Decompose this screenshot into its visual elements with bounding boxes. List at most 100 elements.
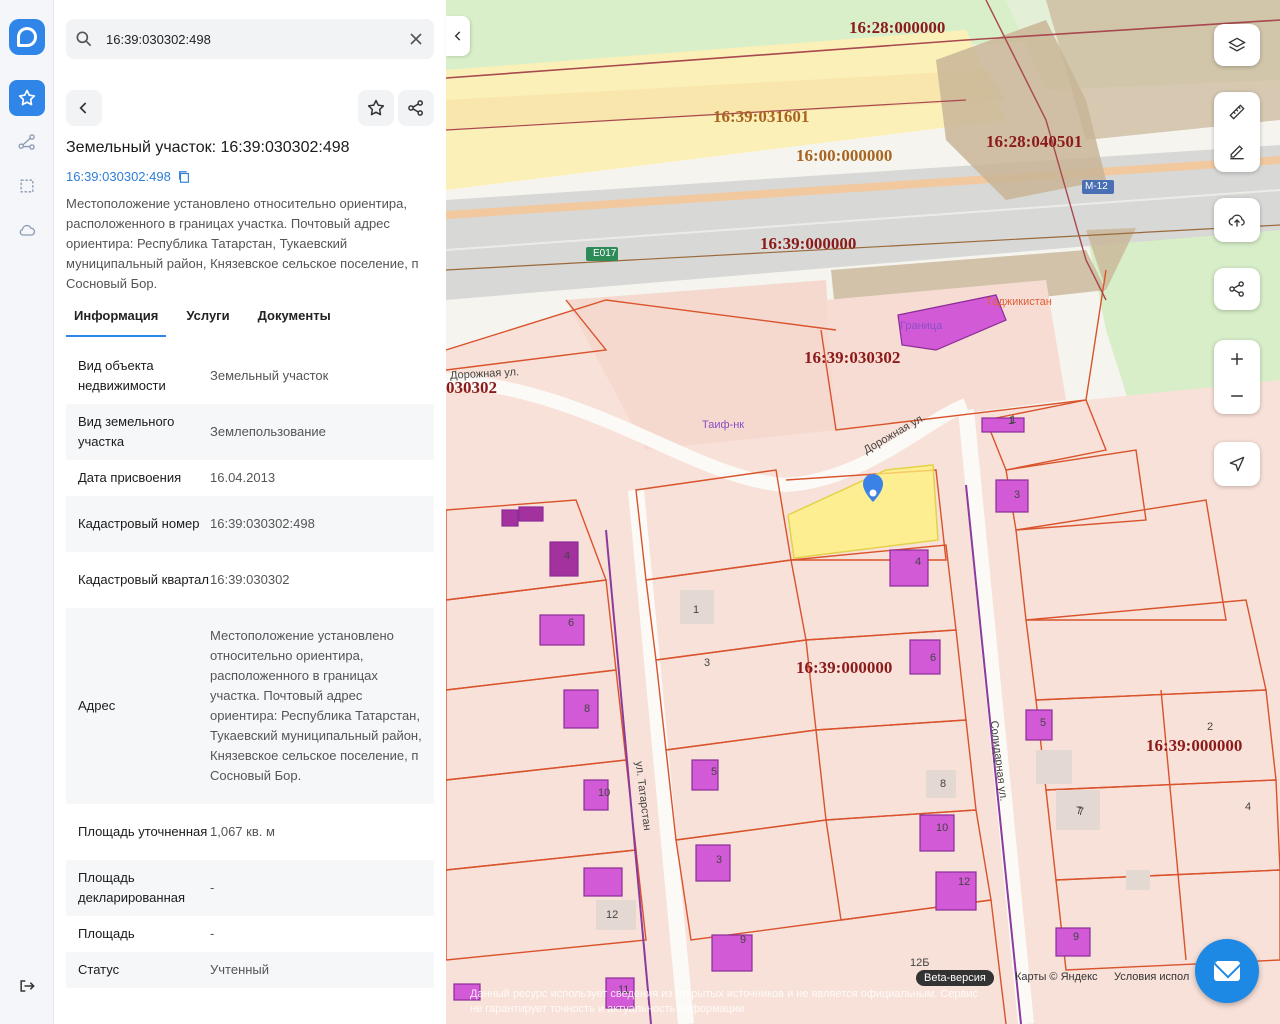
- layers-icon: [1228, 37, 1246, 52]
- house-number: 12: [958, 876, 971, 888]
- row-key: Адрес: [78, 698, 116, 713]
- cadastral-map[interactable]: 16:28:000000 16:39:031601 16:00:000000 1…: [446, 0, 1280, 1024]
- cadastral-label: 16:28:040501: [986, 132, 1083, 151]
- row-key: Площадь уточненная: [78, 824, 208, 839]
- house-number: 8: [584, 703, 591, 715]
- info-panel: Земельный участок: 16:39:030302:498 16:3…: [54, 0, 446, 1024]
- map-share-button[interactable]: [1214, 268, 1260, 310]
- tab-services[interactable]: Услуги: [178, 304, 237, 337]
- cadastral-link-text[interactable]: 16:39:030302:498: [66, 169, 171, 184]
- share-button[interactable]: [398, 90, 434, 126]
- row-key: Кадастровый квартал: [78, 572, 209, 587]
- row-value: Учтенный: [210, 962, 270, 977]
- house-number: 6: [568, 617, 575, 629]
- house-number: 3: [716, 854, 723, 866]
- row-value: Землепользование: [210, 424, 326, 439]
- routes-rail-button[interactable]: [9, 124, 45, 160]
- house-number: 3: [1014, 489, 1021, 501]
- upload-button[interactable]: [1214, 198, 1260, 242]
- house-number: 1: [1010, 414, 1017, 426]
- measure-tools: [1214, 92, 1260, 172]
- terms-link[interactable]: Условия испол: [1114, 971, 1189, 983]
- house-number: 5: [711, 766, 718, 778]
- house-number: 12Б: [910, 957, 930, 969]
- row-key: Вид земельного участка: [78, 414, 175, 449]
- app-logo[interactable]: [9, 19, 45, 55]
- login-icon: [20, 980, 35, 992]
- tab-info[interactable]: Информация: [66, 304, 167, 337]
- row-value: 16:39:030302: [210, 572, 290, 587]
- row-key: Кадастровый номер: [78, 516, 200, 531]
- road-shield-label: E017: [593, 248, 617, 259]
- star-icon: [367, 99, 385, 116]
- row-key: Площадь: [78, 926, 135, 941]
- selection-rail-button[interactable]: [9, 168, 45, 204]
- cadastral-label: 16:39:031601: [713, 107, 810, 126]
- locate-button[interactable]: [1214, 442, 1260, 486]
- zoom-in-icon[interactable]: [1227, 349, 1247, 369]
- table-row: Кадастровый квартал 16:39:030302: [66, 552, 434, 608]
- object-description: Местоположение установлено относительно …: [66, 196, 419, 291]
- house-number: 10: [598, 787, 611, 799]
- back-button[interactable]: [66, 90, 102, 126]
- cadastral-label: 16:39:000000: [1146, 736, 1243, 755]
- table-row: Статус Учтенный: [66, 952, 434, 988]
- chevron-left-icon: [454, 31, 461, 41]
- map-attribution[interactable]: Карты © Яндекс: [1015, 971, 1098, 983]
- house-number: 4: [1245, 801, 1252, 813]
- poi-label[interactable]: Граница: [900, 320, 942, 332]
- ruler-icon[interactable]: [1227, 102, 1247, 122]
- star-icon: [18, 89, 36, 106]
- house-number: 9: [1073, 931, 1080, 943]
- row-value: 16.04.2013: [210, 470, 276, 485]
- table-row: Вид земельного участка Землепользование: [66, 404, 434, 460]
- poi-label[interactable]: Таиф-нк: [702, 419, 744, 431]
- beta-badge: Beta-версия: [916, 970, 994, 986]
- close-icon[interactable]: [408, 31, 424, 47]
- cadastral-link[interactable]: 16:39:030302:498: [66, 169, 191, 184]
- cloud-upload-icon: [1228, 214, 1245, 227]
- row-value: Земельный участок: [210, 368, 329, 383]
- row-key: Вид объекта недвижимости: [78, 358, 166, 393]
- favorite-button[interactable]: [358, 90, 394, 126]
- house-number: 3: [704, 657, 711, 669]
- cadastral-label: 16:39:000000: [760, 234, 857, 253]
- zoom-controls: [1214, 340, 1260, 414]
- cadastral-label: 16:00:000000: [796, 146, 893, 165]
- row-value: 16:39:030302:498: [210, 516, 315, 531]
- house-number: 9: [740, 934, 747, 946]
- row-key: Дата присвоения: [78, 470, 182, 485]
- cadastral-label: 16:39:000000: [796, 658, 893, 677]
- edit-icon[interactable]: [1227, 142, 1247, 162]
- table-row: Площадь уточненная 1,067 кв. м: [66, 804, 434, 860]
- row-value: -: [210, 926, 215, 941]
- house-number: 4: [564, 550, 571, 562]
- cadastral-label: 16:39:030302: [804, 348, 901, 367]
- row-value: Местоположение установлено относительно …: [210, 628, 422, 783]
- favorites-rail-button[interactable]: [9, 80, 45, 116]
- copy-icon[interactable]: [177, 170, 191, 184]
- chevron-left-icon: [79, 102, 87, 114]
- table-row: Кадастровый номер 16:39:030302:498: [66, 496, 434, 552]
- table-row: Площадь -: [66, 916, 434, 952]
- search-input[interactable]: [106, 31, 396, 47]
- cloud-rail-button[interactable]: [9, 212, 45, 248]
- road-shield-label: M-12: [1085, 181, 1108, 192]
- table-row: Адрес Местоположение установлено относите…: [66, 608, 434, 804]
- feedback-button[interactable]: [1195, 939, 1259, 1003]
- zoom-out-icon[interactable]: [1227, 386, 1247, 406]
- tab-documents[interactable]: Документы: [250, 304, 339, 337]
- row-key: Площадь декларированная: [78, 870, 186, 905]
- share-icon: [408, 100, 423, 116]
- nodes-icon: [18, 134, 35, 150]
- house-number: 12: [606, 909, 619, 921]
- house-number: 6: [930, 652, 937, 664]
- collapse-panel-button[interactable]: [446, 16, 470, 56]
- cloud-icon: [19, 224, 36, 236]
- layers-button[interactable]: [1214, 24, 1260, 66]
- logout-rail-button[interactable]: [9, 968, 45, 1004]
- left-rail: [0, 0, 54, 1024]
- poi-label[interactable]: Таджикистан: [986, 296, 1052, 308]
- navigation-arrow-icon: [1229, 456, 1245, 472]
- house-number: 4: [915, 556, 922, 568]
